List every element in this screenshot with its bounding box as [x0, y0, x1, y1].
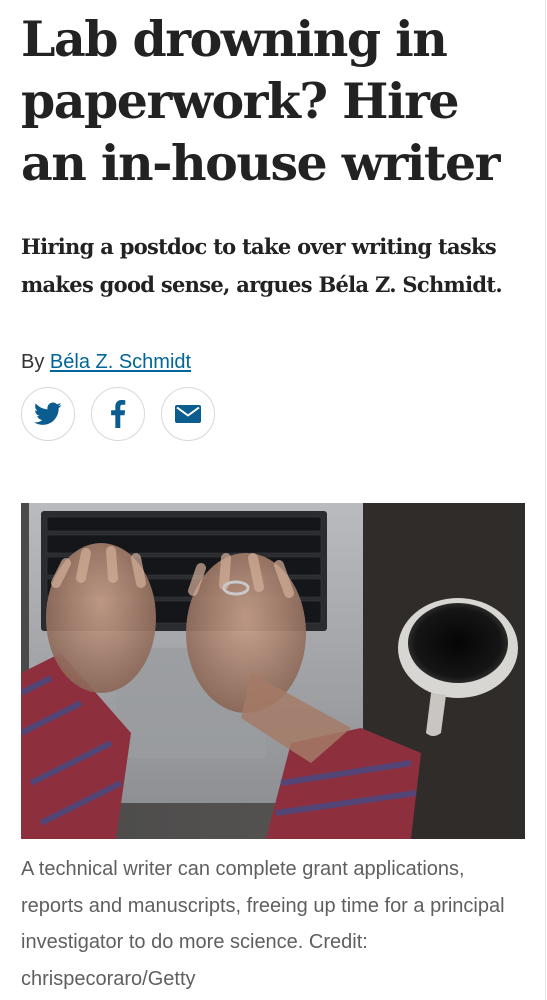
laptop-typing-photo [21, 503, 525, 839]
article-headline: Lab drowning in paperwork? Hire an in-ho… [21, 10, 501, 192]
byline: By Béla Z. Schmidt [21, 349, 191, 375]
byline-prefix: By [21, 351, 45, 373]
facebook-icon [111, 400, 126, 428]
share-facebook-button[interactable] [91, 387, 145, 441]
email-icon [175, 405, 201, 423]
hero-image [21, 503, 525, 839]
page-edge-divider [545, 0, 546, 1000]
twitter-icon [34, 402, 62, 425]
article-standfirst: Hiring a postdoc to take over writing ta… [21, 234, 503, 297]
share-buttons [21, 387, 215, 441]
image-caption: A technical writer can complete grant ap… [21, 858, 505, 990]
article-page: Lab drowning in paperwork? Hire an in-ho… [0, 0, 547, 1000]
share-email-button[interactable] [161, 387, 215, 441]
author-link[interactable]: Béla Z. Schmidt [50, 351, 191, 373]
share-twitter-button[interactable] [21, 387, 75, 441]
